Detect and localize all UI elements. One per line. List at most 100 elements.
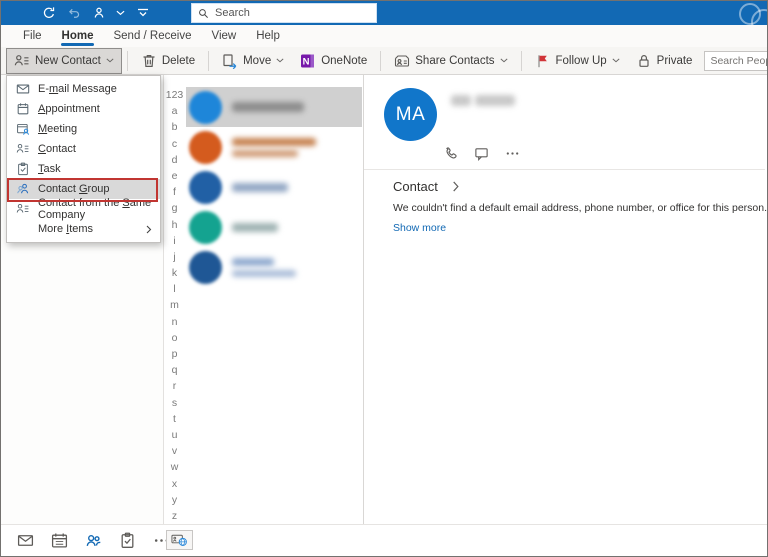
alphabet-letter[interactable]: r (173, 378, 177, 394)
move-button[interactable]: Move (214, 48, 292, 74)
redacted-name (232, 257, 274, 266)
share-contacts-icon (395, 54, 410, 67)
move-icon (223, 53, 237, 69)
quick-access-toolbar-icon[interactable] (135, 6, 150, 21)
alphabet-letter[interactable]: g (172, 200, 178, 216)
alphabet-letter[interactable]: 123 (166, 87, 184, 103)
more-actions-icon[interactable] (505, 146, 520, 161)
alphabet-index: 123 a b c d e f g h i j k l m n o p q r s t u v w x y z (164, 87, 185, 524)
tab-file[interactable]: File (13, 25, 52, 47)
menu-item-contact-group[interactable]: Contact Group (7, 179, 160, 199)
alphabet-letter[interactable]: o (172, 330, 178, 346)
search-icon (199, 8, 208, 18)
alphabet-letter[interactable]: m (170, 297, 179, 313)
private-label: Private (656, 54, 693, 67)
chevron-down-icon (276, 58, 284, 63)
alphabet-letter[interactable]: k (172, 265, 177, 281)
tasks-icon[interactable] (119, 532, 136, 549)
delete-label: Delete (161, 54, 196, 67)
alphabet-letter[interactable]: w (171, 459, 179, 475)
contact-list-item[interactable] (186, 127, 362, 167)
chevron-right-icon[interactable] (452, 181, 460, 192)
private-button[interactable]: Private (628, 48, 701, 74)
contact-list (186, 87, 362, 287)
phone-icon[interactable] (443, 146, 458, 161)
new-contact-icon (14, 54, 29, 65)
search-input[interactable] (215, 7, 370, 19)
contact-list-item[interactable] (186, 247, 362, 287)
new-contact-button[interactable]: New Contact (6, 47, 122, 74)
alphabet-letter[interactable]: s (172, 395, 177, 411)
card-globe-icon (171, 534, 187, 546)
contact-list-item[interactable] (186, 207, 362, 247)
menu-item-contact-from-same-company[interactable]: Contact from the Same Company (7, 197, 160, 221)
mail-icon[interactable] (17, 532, 34, 549)
people-icon[interactable] (85, 532, 102, 549)
chat-icon[interactable] (474, 146, 489, 161)
sync-icon[interactable] (41, 6, 56, 21)
alphabet-letter[interactable]: x (172, 476, 177, 492)
alphabet-letter[interactable]: q (172, 362, 178, 378)
menu-item-task[interactable]: Task (7, 159, 160, 179)
meeting-icon (15, 122, 30, 137)
email-icon (15, 82, 30, 97)
outlook-window: File Home Send / Receive View Help New C… (0, 0, 768, 557)
alphabet-letter[interactable]: d (172, 152, 178, 168)
contact-list-item[interactable] (186, 167, 362, 207)
onenote-icon: N (301, 54, 315, 67)
alphabet-letter[interactable]: i (173, 233, 175, 249)
people-view-button[interactable] (166, 530, 193, 550)
calendar-icon[interactable] (51, 532, 68, 549)
alphabet-letter[interactable]: a (172, 103, 178, 119)
alphabet-letter[interactable]: n (172, 314, 178, 330)
redacted-name (232, 222, 278, 232)
alphabet-letter[interactable]: f (173, 184, 176, 200)
pane-divider[interactable] (363, 75, 364, 555)
alphabet-letter[interactable]: y (172, 492, 177, 508)
delete-button[interactable]: Delete (133, 48, 203, 74)
separator (380, 50, 382, 71)
menu-item-meeting[interactable]: Meeting (7, 119, 160, 139)
contact-list-item[interactable] (186, 87, 362, 127)
submenu-chevron-icon (146, 225, 152, 233)
ribbon: New Contact Delete Move N OneNote Share … (1, 47, 767, 75)
alphabet-letter[interactable]: u (172, 427, 178, 443)
follow-up-button[interactable]: Follow Up (527, 48, 628, 74)
search-people-input[interactable] (704, 50, 767, 71)
alphabet-letter[interactable]: z (172, 508, 177, 524)
alphabet-letter[interactable]: c (172, 136, 177, 152)
menu-item-email-message[interactable]: E-mail Message (7, 79, 160, 99)
onenote-button[interactable]: N OneNote (292, 48, 375, 74)
bottom-bar (1, 524, 767, 556)
tab-view[interactable]: View (201, 25, 246, 47)
separator (126, 50, 128, 71)
show-more-link[interactable]: Show more (393, 222, 446, 234)
menu-item-more-items[interactable]: More Items (7, 219, 160, 239)
menu-item-contact[interactable]: Contact (7, 139, 160, 159)
alphabet-letter[interactable]: t (173, 411, 176, 427)
avatar (189, 170, 222, 204)
contact-section-title[interactable]: Contact (393, 179, 438, 194)
menu-bar: File Home Send / Receive View Help (1, 25, 767, 47)
tab-help[interactable]: Help (246, 25, 290, 47)
tab-home[interactable]: Home (52, 25, 104, 47)
alphabet-letter[interactable]: j (173, 249, 175, 265)
alphabet-letter[interactable]: b (172, 119, 178, 135)
move-label: Move (243, 54, 272, 67)
quick-contact-icon[interactable] (91, 6, 106, 21)
alphabet-letter[interactable]: l (173, 281, 175, 297)
follow-up-flag-icon (537, 54, 547, 67)
contact-avatar: MA (384, 88, 437, 141)
search-box[interactable] (191, 3, 377, 23)
alphabet-letter[interactable]: v (172, 443, 177, 459)
share-contacts-button[interactable]: Share Contacts (386, 48, 515, 74)
alphabet-letter[interactable]: h (172, 217, 178, 233)
undo-icon[interactable] (66, 6, 81, 21)
separator (208, 50, 210, 71)
redacted-name (232, 182, 288, 192)
chevron-down-icon[interactable] (116, 6, 125, 21)
alphabet-letter[interactable]: p (172, 346, 178, 362)
menu-item-appointment[interactable]: Appointment (7, 99, 160, 119)
alphabet-letter[interactable]: e (172, 168, 178, 184)
tab-send-receive[interactable]: Send / Receive (103, 25, 201, 47)
